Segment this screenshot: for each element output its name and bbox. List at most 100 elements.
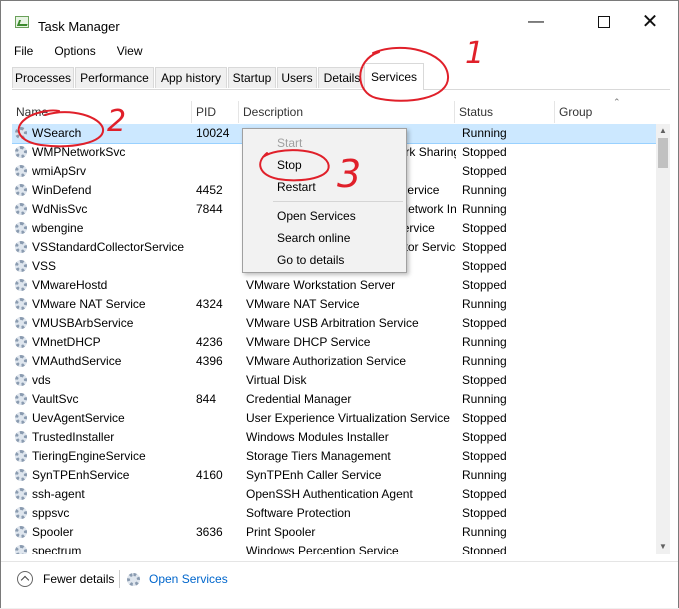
service-gear-icon xyxy=(15,374,27,386)
ctx-restart[interactable]: Restart xyxy=(277,180,316,194)
menu-file[interactable]: File xyxy=(11,43,36,63)
table-row[interactable]: VMAuthdService 4396 VMware Authorization S… xyxy=(12,352,656,371)
service-gear-icon xyxy=(15,222,27,234)
scrollbar-thumb[interactable] xyxy=(658,138,668,168)
service-gear-icon xyxy=(15,412,27,424)
service-name: TieringEngineService xyxy=(32,449,146,463)
column-status[interactable]: Status xyxy=(455,101,555,123)
table-row[interactable]: UevAgentService User Experience Virtualiz… xyxy=(12,409,656,428)
service-gear-icon xyxy=(15,241,27,253)
table-row[interactable]: ssh-agent OpenSSH Authentication Agent Sto… xyxy=(12,485,656,504)
service-gear-icon xyxy=(15,298,27,310)
table-row[interactable]: VMwareHostd VMware Workstation Server Stop… xyxy=(12,276,656,295)
service-name: WinDefend xyxy=(32,183,92,197)
service-status: Stopped xyxy=(462,278,507,292)
service-name: VMwareHostd xyxy=(32,278,108,292)
service-name: WMPNetworkSvc xyxy=(32,145,126,159)
service-name: Spooler xyxy=(32,525,74,539)
menu-view[interactable]: View xyxy=(114,43,146,63)
service-status: Running xyxy=(462,202,507,216)
tab-performance[interactable]: Performance xyxy=(75,67,154,88)
service-status: Running xyxy=(462,468,507,482)
table-row[interactable]: spectrum Windows Perception Service Stoppe… xyxy=(12,542,656,554)
table-row[interactable]: VMware NAT Service 4324 VMware NAT Service… xyxy=(12,295,656,314)
service-gear-icon xyxy=(15,431,27,443)
service-status: Stopped xyxy=(462,506,507,520)
service-status: Running xyxy=(462,392,507,406)
service-gear-icon xyxy=(15,355,27,367)
minimize-button[interactable]: — xyxy=(513,9,559,35)
maximize-button[interactable] xyxy=(581,9,627,35)
scroll-up-arrow-icon[interactable]: ▲ xyxy=(656,124,670,138)
service-status: Running xyxy=(462,354,507,368)
service-pid: 7844 xyxy=(196,202,223,216)
services-gear-icon xyxy=(127,573,140,586)
service-pid: 4236 xyxy=(196,335,223,349)
close-button[interactable]: ✕ xyxy=(627,9,673,35)
service-pid: 3636 xyxy=(196,525,223,539)
service-name: VMware NAT Service xyxy=(32,297,146,311)
tab-processes[interactable]: Processes xyxy=(12,67,74,88)
table-row[interactable]: VMUSBArbService VMware USB Arbitration Se… xyxy=(12,314,656,333)
service-gear-icon xyxy=(15,526,27,538)
service-gear-icon xyxy=(15,317,27,329)
tab-users[interactable]: Users xyxy=(277,67,317,88)
menu-options[interactable]: Options xyxy=(51,43,98,63)
service-description: VMware DHCP Service xyxy=(246,335,371,349)
table-row[interactable]: sppsvc Software Protection Stopped xyxy=(12,504,656,523)
column-description[interactable]: Description xyxy=(239,101,455,123)
fewer-details-button[interactable]: Fewer details xyxy=(43,572,114,586)
table-row[interactable]: SynTPEnhService 4160 SynTPEnh Caller Servi… xyxy=(12,466,656,485)
service-pid: 10024 xyxy=(196,126,230,140)
column-headers: Name PID Description Status Group ⌃ xyxy=(12,97,670,123)
tab-startup[interactable]: Startup xyxy=(228,67,276,88)
tab-services[interactable]: Services xyxy=(364,63,424,90)
table-row[interactable]: Spooler 3636 Print Spooler Running xyxy=(12,523,656,542)
scroll-down-arrow-icon[interactable]: ▼ xyxy=(656,540,670,554)
table-row[interactable]: VMnetDHCP 4236 VMware DHCP Service Running xyxy=(12,333,656,352)
footer-bar: Fewer details Open Services xyxy=(1,561,678,608)
ctx-start: Start xyxy=(277,136,303,150)
service-status: Running xyxy=(462,297,507,311)
ctx-open-services[interactable]: Open Services xyxy=(277,209,356,223)
service-status: Stopped xyxy=(462,259,507,273)
chevron-up-circle-icon[interactable] xyxy=(17,571,33,587)
ctx-go-to-details[interactable]: Go to details xyxy=(277,253,344,267)
service-name: TrustedInstaller xyxy=(32,430,115,444)
task-manager-window: Task Manager — ✕ File Options View Proce… xyxy=(0,0,679,608)
service-gear-icon xyxy=(15,184,27,196)
column-name[interactable]: Name xyxy=(12,101,192,123)
ctx-search-online[interactable]: Search online xyxy=(277,231,350,245)
service-description: VMware Workstation Server xyxy=(246,278,396,292)
service-gear-icon xyxy=(15,507,27,519)
table-row[interactable]: VaultSvc 844 Credential Manager Running xyxy=(12,390,656,409)
service-description: Credential Manager xyxy=(246,392,352,406)
table-row[interactable]: vds Virtual Disk Stopped xyxy=(12,371,656,390)
service-name: WdNisSvc xyxy=(32,202,88,216)
service-status: Stopped xyxy=(462,164,507,178)
service-name: wmiApSrv xyxy=(32,164,87,178)
column-pid[interactable]: PID xyxy=(192,101,239,123)
service-name: VMnetDHCP xyxy=(32,335,101,349)
table-row[interactable]: TieringEngineService Storage Tiers Manage… xyxy=(12,447,656,466)
service-gear-icon xyxy=(15,260,27,272)
tab-details[interactable]: Details xyxy=(318,67,366,88)
service-name: VSStandardCollectorService xyxy=(32,240,185,254)
service-status: Stopped xyxy=(462,411,507,425)
service-pid: 844 xyxy=(196,392,217,406)
ctx-stop[interactable]: Stop xyxy=(277,158,302,172)
service-gear-icon xyxy=(15,165,27,177)
service-status: Stopped xyxy=(462,145,507,159)
service-gear-icon xyxy=(15,450,27,462)
menu-bar: File Options View xyxy=(11,43,161,63)
service-gear-icon xyxy=(15,469,27,481)
vertical-scrollbar[interactable]: ▲ ▼ xyxy=(656,124,670,554)
service-gear-icon xyxy=(15,336,27,348)
open-services-link[interactable]: Open Services xyxy=(149,572,228,586)
service-description: VMware NAT Service xyxy=(246,297,360,311)
service-description: Storage Tiers Management xyxy=(246,449,391,463)
service-name: WSearch xyxy=(32,126,82,140)
service-description: Virtual Disk xyxy=(246,373,307,387)
table-row[interactable]: TrustedInstaller Windows Modules Installe… xyxy=(12,428,656,447)
tab-app-history[interactable]: App history xyxy=(155,67,227,88)
